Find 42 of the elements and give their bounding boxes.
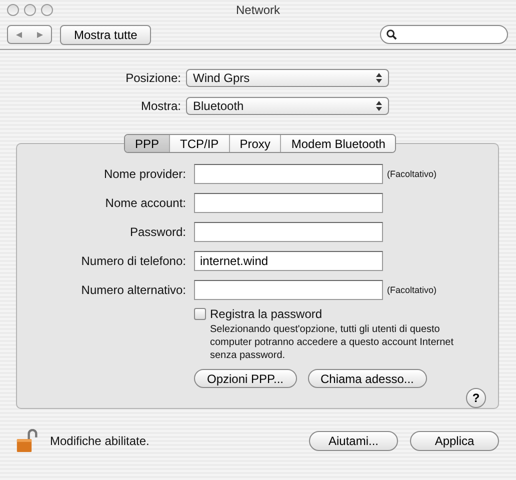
popup-button[interactable]: Bluetooth: [186, 97, 389, 115]
back-icon[interactable]: [14, 30, 23, 38]
action-button[interactable]: Opzioni PPP...: [194, 369, 296, 388]
window-control-button[interactable]: [24, 4, 36, 16]
open-padlock-icon[interactable]: [16, 429, 38, 453]
checkbox[interactable]: [194, 308, 206, 320]
footer-button[interactable]: Aiutami...: [309, 431, 398, 451]
up-down-arrows-icon: [376, 101, 382, 111]
help-button[interactable]: ?: [466, 388, 486, 408]
show-all-button[interactable]: Mostra tutte: [60, 24, 152, 44]
text-field[interactable]: [194, 222, 383, 242]
field-label: Numero alternativo:: [80, 283, 186, 297]
up-down-arrows-icon: [376, 73, 382, 83]
tab[interactable]: PPP: [125, 135, 170, 152]
popup-label: Mostra:: [140, 99, 181, 113]
search-icon: [386, 29, 397, 40]
lock-status-text: Modifiche abilitate.: [50, 434, 150, 448]
tab[interactable]: Proxy: [230, 135, 282, 152]
window-title: Network: [236, 3, 280, 17]
field-label: Nome account:: [104, 196, 186, 210]
action-button[interactable]: Chiama adesso...: [308, 369, 427, 388]
text-field[interactable]: internet.wind: [194, 251, 383, 271]
search-field[interactable]: [380, 25, 508, 44]
tab[interactable]: TCP/IP: [170, 135, 230, 152]
back-forward-control[interactable]: [7, 25, 52, 44]
optional-note: (Facoltativo): [387, 169, 437, 179]
tab[interactable]: Modem Bluetooth: [281, 135, 396, 152]
window-control-button[interactable]: [7, 4, 19, 16]
description-text: Selezionando quest'opzione, tutti gli utenti di questo computer potranno accedere a questo account Internet senza password.: [210, 323, 454, 362]
field-label: Numero di telefono:: [80, 254, 186, 268]
popup-label: Posizione:: [124, 71, 181, 85]
field-label: Password:: [128, 225, 186, 239]
window-control-button[interactable]: [41, 4, 53, 16]
text-field[interactable]: [194, 280, 383, 300]
optional-note: (Facoltativo): [387, 285, 437, 295]
text-field[interactable]: [194, 193, 383, 213]
forward-icon[interactable]: [36, 30, 44, 38]
checkbox-label[interactable]: Registra la password: [210, 307, 322, 321]
text-field[interactable]: [194, 164, 383, 184]
field-label: Nome provider:: [102, 167, 186, 181]
popup-button[interactable]: Wind Gprs: [186, 69, 389, 87]
footer-button[interactable]: Applica: [410, 431, 499, 451]
